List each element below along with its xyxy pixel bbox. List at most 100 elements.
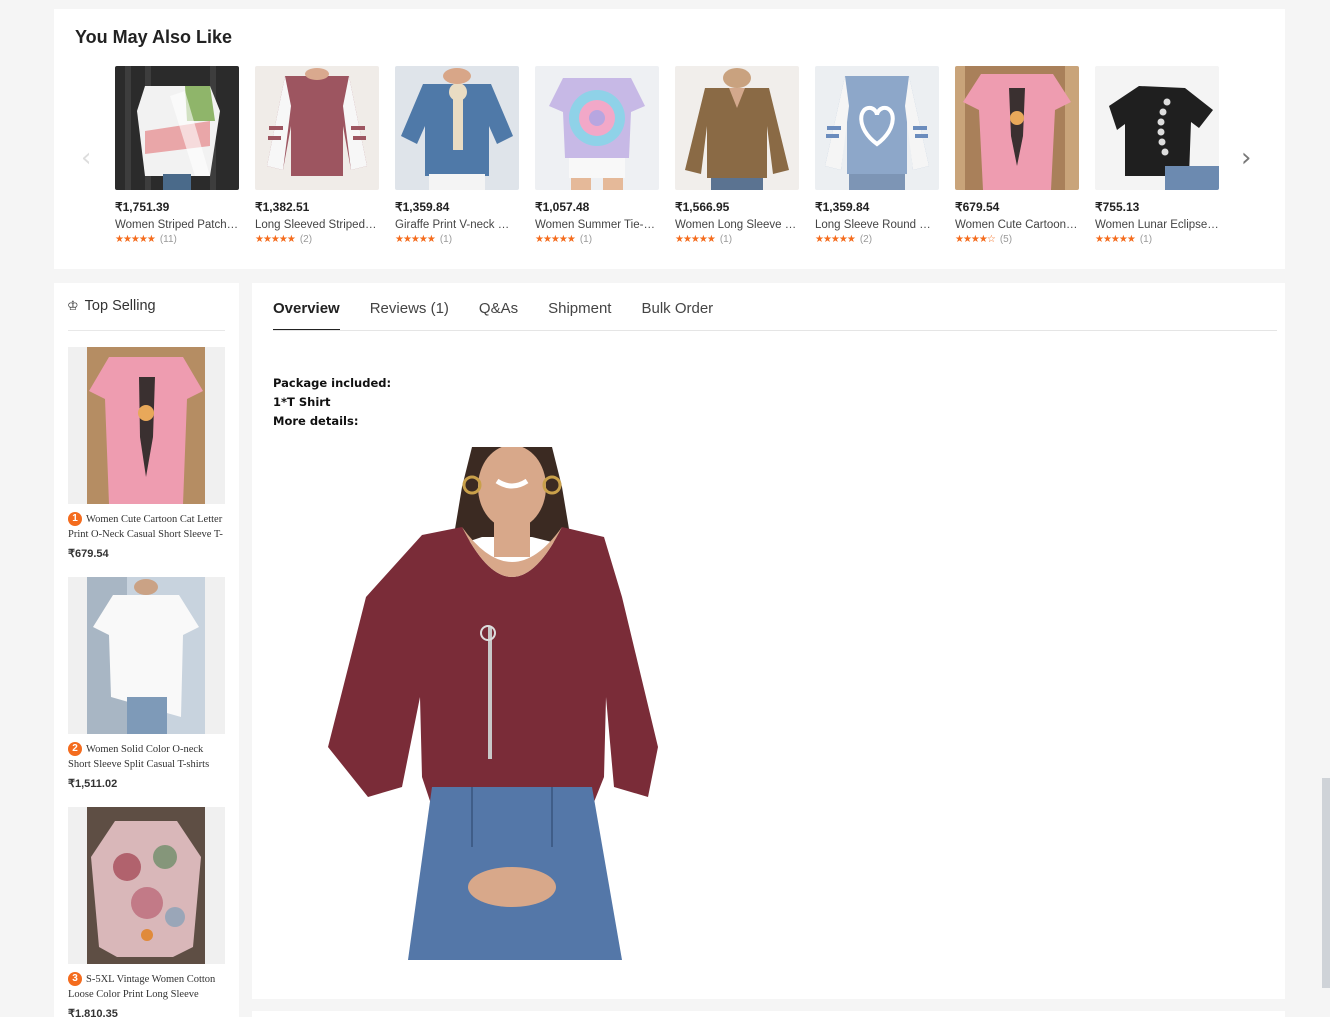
product-price: ₹1,359.84 [815,200,870,214]
product-image-tie-dye [535,66,659,190]
product-card[interactable]: ₹1,359.84 Long Sleeve Round Neck Heart T… [815,66,939,245]
item-title-text: S-5XL Vintage Women Cotton Loose Color P… [68,974,216,1000]
product-image-brown-blouse [675,66,799,190]
top-selling-item[interactable]: 2 Women Solid Color O-neck Short Sleeve S… [68,577,225,790]
review-count: (1) [579,234,593,245]
product-image-floral-blouse [87,807,205,964]
review-count: (11) [159,234,177,245]
product-description: Package included: 1*T Shirt More details… [273,374,391,431]
review-count: (1) [439,234,453,245]
top-selling-image[interactable] [68,807,225,964]
product-card[interactable]: ₹755.13 Women Lunar Eclipse Print T-shir… [1095,66,1219,245]
product-rating: ★★★★★ (2) [815,234,939,245]
product-rating: ★★★★★ (2) [255,234,379,245]
product-card[interactable]: ₹1,359.84 Giraffe Print V-neck Women T-s… [395,66,519,245]
tab-reviews[interactable]: Reviews (1) [370,300,449,331]
you-may-also-like-section: You May Also Like ‹ ₹1,751.39 Women Stri… [54,9,1285,269]
section-title: You May Also Like [75,27,233,47]
product-name[interactable]: Giraffe Print V-neck Women T-shirt [395,219,519,231]
top-selling-item-title[interactable]: 3 S-5XL Vintage Women Cotton Loose Color … [68,972,225,1002]
tab-shipment[interactable]: Shipment [548,300,611,331]
top-selling-item[interactable]: 1 Women Cute Cartoon Cat Letter Print O-N… [68,347,225,560]
product-rating: ★★★★★ (1) [535,234,659,245]
item-title-text: Women Cute Cartoon Cat Letter Print O-Ne… [68,514,223,540]
product-image-lunar-eclipse [1095,66,1219,190]
product-detail-panel: Overview Reviews (1) Q&As Shipment Bulk … [252,283,1285,999]
top-selling-image[interactable] [68,577,225,734]
product-price: ₹755.13 [1095,200,1140,214]
product-image[interactable] [535,66,659,190]
product-image[interactable] [395,66,519,190]
product-name[interactable]: Women Long Sleeve V-neck Blouse [675,219,799,231]
product-name[interactable]: Women Cute Cartoon Cat T-shirt [955,219,1079,231]
tab-qas[interactable]: Q&As [479,300,518,331]
product-carousel: ₹1,751.39 Women Striped Patchwork Casual… [115,66,1219,245]
product-price: ₹679.54 [955,200,1000,214]
product-image-heart-top [815,66,939,190]
product-price: ₹1,359.84 [395,200,450,214]
product-price: ₹1,751.39 [115,200,170,214]
product-image[interactable] [1095,66,1219,190]
tabs-divider [273,330,1277,331]
product-image[interactable] [675,66,799,190]
review-count: (1) [1139,234,1153,245]
top-selling-image[interactable] [68,347,225,504]
product-image-cartoon-cat [87,347,205,504]
carousel-next-button[interactable]: › [1241,143,1251,173]
star-rating-icon: ★★★★☆ [955,234,996,245]
carousel-prev-button[interactable]: ‹ [81,143,91,173]
product-price: ₹1,057.48 [535,200,590,214]
product-rating: ★★★★★ (1) [395,234,519,245]
product-rating: ★★★★★ (11) [115,234,239,245]
rank-badge: 3 [68,972,82,986]
product-name[interactable]: Women Striped Patchwork Casual T-shirt [115,219,239,231]
product-card[interactable]: ₹679.54 Women Cute Cartoon Cat T-shirt ★… [955,66,1079,245]
divider [68,330,225,331]
product-image-cartoon-cat [955,66,1079,190]
rank-badge: 1 [68,512,82,526]
review-count: (5) [999,234,1013,245]
star-rating-icon: ★★★★★ [115,234,156,245]
top-selling-header: ♔ Top Selling [67,298,156,314]
product-name[interactable]: Women Summer Tie-dye T-shirt [535,219,659,231]
rank-badge: 2 [68,742,82,756]
product-price: ₹1,566.95 [675,200,730,214]
star-rating-icon: ★★★★★ [1095,234,1136,245]
product-rating: ★★★★★ (1) [675,234,799,245]
top-selling-item-title[interactable]: 2 Women Solid Color O-neck Short Sleeve S… [68,742,225,772]
top-selling-item[interactable]: 3 S-5XL Vintage Women Cotton Loose Color … [68,807,225,1017]
top-selling-item-price: ₹1,511.02 [68,778,118,790]
detail-tabs: Overview Reviews (1) Q&As Shipment Bulk … [273,300,713,331]
product-name[interactable]: Long Sleeved Striped Casual Top [255,219,379,231]
product-image[interactable] [815,66,939,190]
tab-bulk-order[interactable]: Bulk Order [641,300,713,331]
top-selling-item-price: ₹679.54 [68,548,109,560]
review-count: (2) [299,234,313,245]
model-wearing-zip-top [322,447,660,960]
crown-icon: ♔ [67,298,79,314]
item-title-text: Women Solid Color O-neck Short Sleeve Sp… [68,744,210,770]
product-image-white-split-tee [87,577,205,734]
star-rating-icon: ★★★★★ [535,234,576,245]
top-selling-item-price: ₹1,810.35 [68,1008,118,1017]
product-rating: ★★★★★ (1) [1095,234,1219,245]
product-card[interactable]: ₹1,057.48 Women Summer Tie-dye T-shirt ★… [535,66,659,245]
tab-overview[interactable]: Overview [273,300,340,331]
product-image-striped-patchwork [115,66,239,190]
product-image[interactable] [115,66,239,190]
product-name[interactable]: Long Sleeve Round Neck Heart Top [815,219,939,231]
product-card[interactable]: ₹1,751.39 Women Striped Patchwork Casual… [115,66,239,245]
product-image[interactable] [255,66,379,190]
top-selling-title: Top Selling [84,298,156,314]
review-count: (1) [719,234,733,245]
product-name[interactable]: Women Lunar Eclipse Print T-shirt [1095,219,1219,231]
star-rating-icon: ★★★★★ [675,234,716,245]
product-card[interactable]: ₹1,566.95 Women Long Sleeve V-neck Blous… [675,66,799,245]
product-detail-image [322,447,660,960]
next-section-card [252,1011,1285,1017]
page-scrollbar[interactable] [1322,778,1330,988]
product-image[interactable] [955,66,1079,190]
product-card[interactable]: ₹1,382.51 Long Sleeved Striped Casual To… [255,66,379,245]
more-details-label: More details: [273,414,359,428]
top-selling-item-title[interactable]: 1 Women Cute Cartoon Cat Letter Print O-N… [68,512,225,542]
